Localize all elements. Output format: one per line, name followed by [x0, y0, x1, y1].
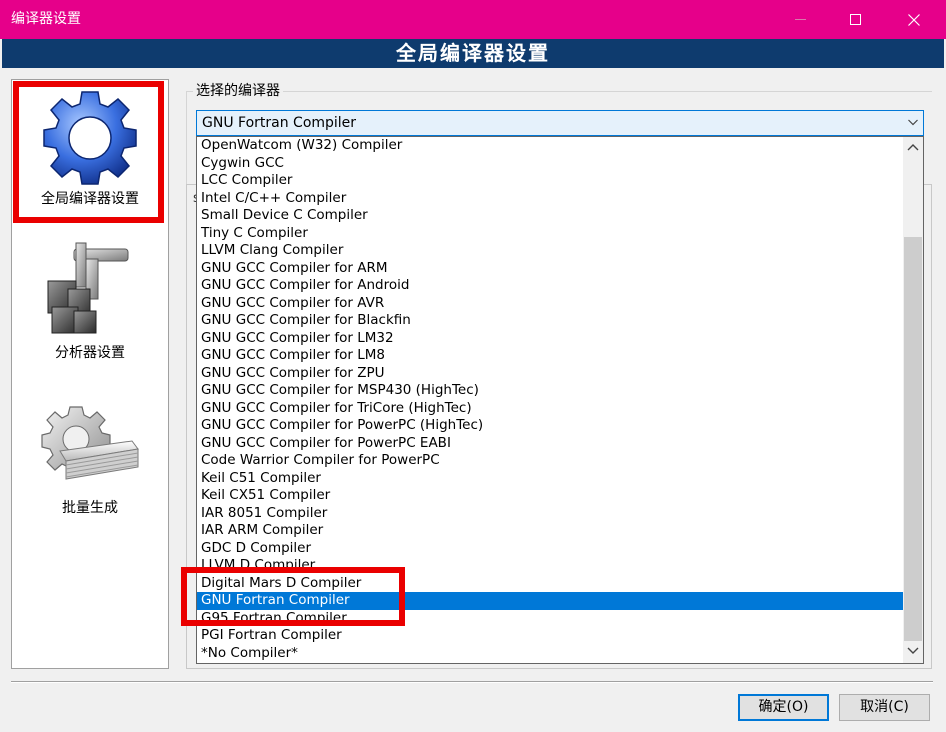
compiler-option[interactable]: GNU GCC Compiler for Blackfin	[197, 312, 903, 330]
sidebar-item-batch-build[interactable]: 批量生成	[12, 395, 168, 545]
compiler-option[interactable]: GNU Fortran Compiler	[197, 592, 903, 610]
footer-divider-highlight	[11, 682, 933, 683]
compiler-option[interactable]: Cygwin GCC	[197, 155, 903, 173]
compiler-option[interactable]: Keil CX51 Compiler	[197, 487, 903, 505]
compiler-option[interactable]: GNU GCC Compiler for MSP430 (HighTec)	[197, 382, 903, 400]
caliper-icon	[47, 242, 129, 334]
group-border-top	[186, 91, 932, 92]
chevron-down-icon	[908, 119, 918, 126]
compiler-option[interactable]: OpenWatcom (W32) Compiler	[197, 137, 903, 155]
compiler-option[interactable]: GNU GCC Compiler for AVR	[197, 295, 903, 313]
compiler-select[interactable]: GNU Fortran Compiler	[196, 110, 924, 136]
compiler-option[interactable]: IAR 8051 Compiler	[197, 505, 903, 523]
sidebar-item-label: 批量生成	[62, 500, 118, 516]
compiler-option[interactable]: GNU GCC Compiler for PowerPC (HighTec)	[197, 417, 903, 435]
gear-stack-icon	[41, 406, 139, 480]
cancel-button[interactable]: 取消(C)	[839, 694, 930, 721]
compiler-option[interactable]: GNU GCC Compiler for ARM	[197, 260, 903, 278]
compiler-option[interactable]: LLVM D Compiler	[197, 557, 903, 575]
page-title: 全局编译器设置	[2, 39, 944, 68]
sidebar-item-analyzer[interactable]: 分析器设置	[12, 235, 168, 385]
close-button[interactable]	[891, 0, 937, 39]
title-bar[interactable]: 编译器设置	[0, 0, 946, 39]
compiler-option[interactable]: PGI Fortran Compiler	[197, 627, 903, 645]
compiler-option[interactable]: GDC D Compiler	[197, 540, 903, 558]
window-title: 编译器设置	[11, 11, 81, 27]
scroll-up-icon[interactable]	[907, 143, 919, 151]
compiler-option[interactable]: G95 Fortran Compiler	[197, 610, 903, 628]
compiler-option[interactable]: GNU GCC Compiler for TriCore (HighTec)	[197, 400, 903, 418]
compiler-option[interactable]: GNU GCC Compiler for LM8	[197, 347, 903, 365]
gear-icon	[43, 91, 137, 185]
compiler-option[interactable]: Tiny C Compiler	[197, 225, 903, 243]
compiler-option[interactable]: Code Warrior Compiler for PowerPC	[197, 452, 903, 470]
minimize-button[interactable]	[777, 0, 823, 39]
compiler-option[interactable]: LCC Compiler	[197, 172, 903, 190]
scrollbar-thumb[interactable]	[904, 237, 922, 641]
compiler-option[interactable]: LLVM Clang Compiler	[197, 242, 903, 260]
compiler-option[interactable]: Digital Mars D Compiler	[197, 575, 903, 593]
close-icon	[908, 13, 920, 26]
compiler-group-label: 选择的编译器	[193, 82, 283, 100]
compiler-options: OpenWatcom (W32) Compiler Cygwin GCC LCC C…	[197, 137, 903, 662]
scroll-down-icon[interactable]	[907, 647, 919, 655]
maximize-button[interactable]	[832, 0, 878, 39]
compiler-option[interactable]: IAR ARM Compiler	[197, 522, 903, 540]
compiler-option[interactable]: Small Device C Compiler	[197, 207, 903, 225]
ok-button[interactable]: 确定(O)	[738, 694, 829, 721]
compiler-option[interactable]: Keil C51 Compiler	[197, 470, 903, 488]
compiler-option[interactable]: GNU GCC Compiler for Android	[197, 277, 903, 295]
sidebar-item-global-compiler[interactable]: 全局编译器设置	[12, 80, 168, 230]
scrollbar[interactable]	[903, 137, 923, 663]
sidebar-item-label: 分析器设置	[55, 345, 125, 361]
compiler-select-value: GNU Fortran Compiler	[202, 115, 357, 131]
compiler-option[interactable]: *No Compiler*	[197, 645, 903, 663]
compiler-option[interactable]: GNU GCC Compiler for ZPU	[197, 365, 903, 383]
minimize-icon	[794, 19, 806, 20]
maximize-icon	[849, 14, 861, 25]
compiler-option[interactable]: Intel C/C++ Compiler	[197, 190, 903, 208]
compiler-option[interactable]: GNU GCC Compiler for PowerPC EABI	[197, 435, 903, 453]
compiler-option[interactable]: GNU GCC Compiler for LM32	[197, 330, 903, 348]
compiler-dropdown-list[interactable]: OpenWatcom (W32) Compiler Cygwin GCC LCC C…	[196, 136, 924, 664]
sidebar: 全局编译器设置 分析器设置 批量生成	[11, 79, 169, 669]
sidebar-item-label: 全局编译器设置	[41, 191, 139, 207]
